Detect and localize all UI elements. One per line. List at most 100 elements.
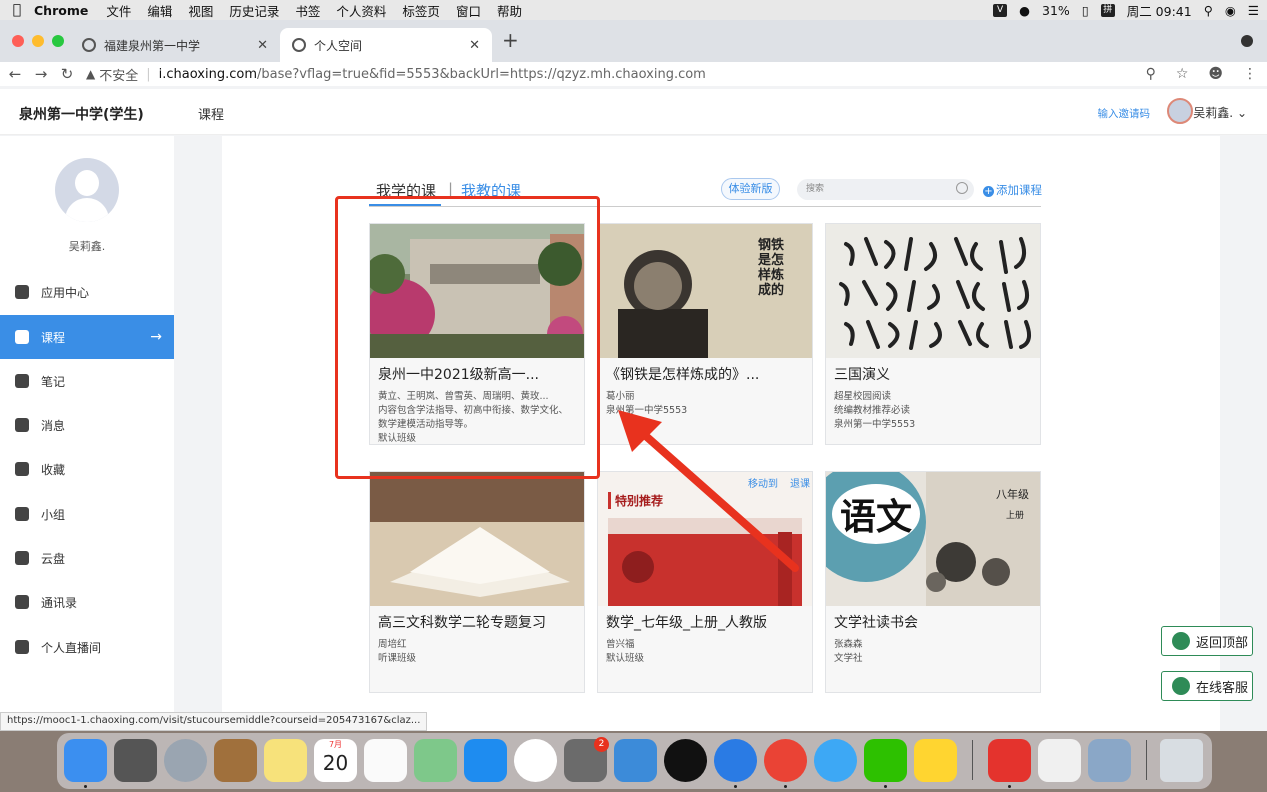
chrome-icon[interactable]	[764, 739, 807, 782]
zoom-icon[interactable]: ⚲	[1146, 66, 1156, 82]
forward-icon[interactable]: →	[30, 65, 52, 83]
sidebar-item-course[interactable]: 课程 →	[0, 315, 174, 359]
course-title[interactable]: 高三文科数学二轮专题复习	[378, 612, 546, 632]
menu-view[interactable]: 视图	[188, 1, 213, 20]
pen-icon	[15, 374, 29, 388]
invite-code-link[interactable]: 输入邀请码	[1098, 106, 1151, 121]
user-avatar[interactable]	[1167, 98, 1193, 124]
back-to-top-button[interactable]: 返回顶部	[1161, 626, 1253, 656]
menubar-status: V ● 31% ▯ 拼 周二 09:41 ⚲ ◉ ☰	[993, 0, 1259, 20]
wechat-status-icon[interactable]: ●	[1019, 3, 1030, 18]
course-title[interactable]: 三国演义	[834, 364, 890, 384]
wechat-icon[interactable]	[864, 739, 907, 782]
more-menu-icon[interactable]: ⋮	[1243, 66, 1257, 82]
course-title[interactable]: 文学社读书会	[834, 612, 918, 632]
control-center-icon[interactable]: ☰	[1248, 3, 1259, 18]
close-window-icon[interactable]	[12, 35, 24, 47]
contacts-app-icon[interactable]	[214, 739, 257, 782]
search-icon[interactable]	[956, 182, 968, 194]
preview-icon[interactable]	[1088, 739, 1131, 782]
notification-badge: 2	[594, 737, 609, 752]
document-icon[interactable]	[1038, 739, 1081, 782]
input-method-icon[interactable]: 拼	[1100, 3, 1115, 17]
menu-file[interactable]: 文件	[106, 1, 131, 20]
maximize-window-icon[interactable]	[52, 35, 64, 47]
spotlight-icon[interactable]: ⚲	[1204, 3, 1213, 18]
dock-separator	[1146, 740, 1147, 780]
nav-course[interactable]: 课程	[198, 104, 224, 123]
close-tab-icon[interactable]: ✕	[469, 38, 480, 53]
profile-icon[interactable]: ☻	[1208, 66, 1223, 82]
bookmark-star-icon[interactable]: ☆	[1176, 66, 1189, 82]
menu-window[interactable]: 窗口	[456, 1, 481, 20]
apple-icon[interactable]: 	[0, 2, 34, 18]
menu-edit[interactable]: 编辑	[147, 1, 172, 20]
trash-icon[interactable]	[1160, 739, 1203, 782]
sidebar-item-app-center[interactable]: 应用中心	[0, 270, 174, 314]
finder-icon[interactable]	[64, 739, 107, 782]
security-label: 不安全	[99, 68, 139, 84]
course-card[interactable]: 语文 八年级 上册 文学社读书会 张森森 文学社	[825, 471, 1041, 693]
wps-icon[interactable]	[988, 739, 1031, 782]
photos-icon[interactable]	[514, 739, 557, 782]
menu-bookmarks[interactable]: 书签	[295, 1, 320, 20]
battery-icon[interactable]: ▯	[1082, 3, 1089, 18]
siri-icon[interactable]: ◉	[1225, 3, 1236, 18]
menu-app[interactable]: Chrome	[34, 3, 88, 18]
tab-fujian-school[interactable]: 福建泉州第一中学 ✕	[70, 28, 280, 62]
safari-icon[interactable]	[714, 739, 757, 782]
user-menu[interactable]: 吴莉鑫. ⌄	[1193, 104, 1247, 121]
maps-icon[interactable]	[414, 739, 457, 782]
app-store-icon[interactable]	[464, 739, 507, 782]
menu-tabs[interactable]: 标签页	[402, 1, 440, 20]
menu-history[interactable]: 历史记录	[229, 1, 279, 20]
menu-profile[interactable]: 个人资料	[336, 1, 386, 20]
course-card[interactable]: 高三文科数学二轮专题复习 周培红 听课班级	[369, 471, 585, 693]
new-tab-button[interactable]: +	[502, 28, 519, 52]
messages-icon[interactable]	[814, 739, 857, 782]
calendar-icon[interactable]: 7月 20	[314, 739, 357, 782]
music-app-icon[interactable]	[914, 739, 957, 782]
clock[interactable]: 周二 09:41	[1127, 1, 1192, 20]
headset-icon	[1172, 677, 1190, 695]
sidebar-item-live[interactable]: 个人直播间	[0, 625, 174, 669]
archive-utility-icon[interactable]	[614, 739, 657, 782]
tab-personal-space[interactable]: 个人空间 ✕	[280, 28, 492, 62]
launchpad-icon[interactable]	[164, 739, 207, 782]
add-course-button[interactable]: + 添加课程	[983, 182, 1042, 198]
course-line: 统编教材推荐必读	[834, 405, 911, 416]
sidebar-item-messages[interactable]: 消息	[0, 403, 174, 447]
add-course-label: 添加课程	[996, 183, 1042, 197]
course-search-input[interactable]: 搜索	[797, 179, 974, 200]
tab-search-icon[interactable]	[1241, 35, 1253, 47]
sidebar-item-cloud[interactable]: 云盘	[0, 536, 174, 580]
try-new-version-button[interactable]: 体验新版	[721, 178, 780, 200]
course-card[interactable]: 三国演义 超星校园阅读 统编教材推荐必读 泉州第一中学5553	[825, 223, 1041, 445]
sidebar-item-notes[interactable]: 笔记	[0, 359, 174, 403]
course-line: 张森森	[834, 639, 863, 650]
app-status-icon[interactable]: V	[993, 3, 1008, 17]
sidebar-item-label: 通讯录	[41, 595, 78, 610]
close-tab-icon[interactable]: ✕	[257, 38, 268, 53]
back-icon[interactable]: ←	[4, 65, 26, 83]
site-header: 泉州第一中学(学生) 课程 输入邀请码 吴莉鑫. ⌄	[0, 89, 1267, 135]
course-title[interactable]: 《钢铁是怎样炼成的》...	[606, 364, 759, 384]
reload-icon[interactable]: ↻	[56, 65, 78, 83]
url-field[interactable]: ▲ 不安全 | i.chaoxing.com /base?vflag=true&…	[86, 65, 706, 84]
profile-avatar[interactable]	[55, 158, 119, 222]
cloud-icon	[15, 551, 29, 565]
sidebar-item-favorites[interactable]: 收藏	[0, 447, 174, 491]
qq-icon[interactable]	[664, 739, 707, 782]
reminders-icon[interactable]	[364, 739, 407, 782]
course-title[interactable]: 数学_七年级_上册_人教版	[606, 612, 767, 632]
minimize-window-icon[interactable]	[32, 35, 44, 47]
course-line: 默认班级	[606, 653, 645, 664]
sidebar-item-groups[interactable]: 小组	[0, 492, 174, 536]
sidebar-item-label: 个人直播间	[41, 640, 102, 655]
menu-help[interactable]: 帮助	[497, 1, 522, 20]
calculator-icon[interactable]	[114, 739, 157, 782]
bell-icon	[15, 418, 29, 432]
notes-icon[interactable]	[264, 739, 307, 782]
online-service-button[interactable]: 在线客服	[1161, 671, 1253, 701]
sidebar-item-contacts[interactable]: 通讯录	[0, 580, 174, 624]
